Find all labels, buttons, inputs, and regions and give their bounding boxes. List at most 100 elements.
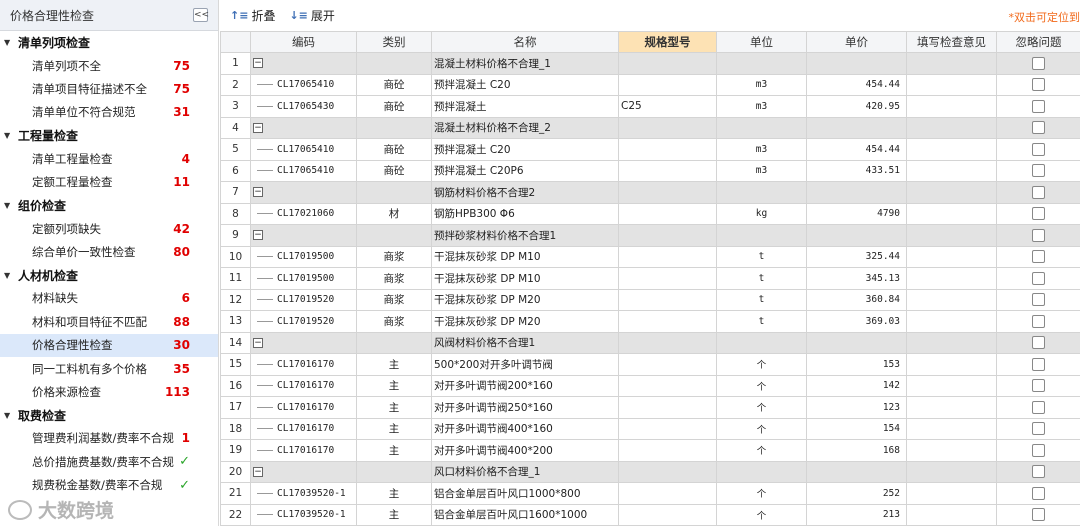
- opinion-cell[interactable]: [906, 331, 997, 354]
- ignore-checkbox[interactable]: [1032, 400, 1045, 414]
- ignore-checkbox-cell[interactable]: [996, 116, 1080, 139]
- column-header[interactable]: 填写检查意见: [906, 31, 997, 53]
- sidebar-group[interactable]: ▼ 工程量检查: [0, 124, 218, 147]
- table-row[interactable]: 2 CL17065410 商砼 预拌混凝土 C20 m3 454.44: [220, 73, 1080, 96]
- group-row[interactable]: 4− 混凝土材料价格不合理_2: [220, 116, 1080, 139]
- group-toggle-cell[interactable]: −: [250, 331, 357, 354]
- sidebar-item[interactable]: 同一工料机有多个价格 35: [0, 357, 218, 380]
- table-row[interactable]: 16 CL17016170 主对开多叶调节阀200*160 个 142: [220, 374, 1080, 397]
- ignore-checkbox[interactable]: [1032, 357, 1045, 371]
- table-row[interactable]: 13 CL17019520 商浆 干混抹灰砂浆 DP M20 t 369.03: [220, 310, 1080, 333]
- opinion-cell[interactable]: [906, 73, 997, 96]
- ignore-checkbox[interactable]: [1032, 121, 1045, 135]
- opinion-cell[interactable]: [906, 95, 997, 118]
- opinion-cell[interactable]: [906, 460, 997, 483]
- sidebar-group[interactable]: ▼ 取费检查: [0, 404, 218, 427]
- collapse-minus-icon[interactable]: −: [253, 337, 263, 348]
- opinion-cell[interactable]: [906, 482, 997, 505]
- group-toggle-cell[interactable]: −: [250, 181, 357, 204]
- ignore-checkbox-cell[interactable]: [996, 138, 1080, 161]
- ignore-checkbox-cell[interactable]: [996, 245, 1080, 268]
- ignore-checkbox-cell[interactable]: [996, 396, 1080, 419]
- sidebar-item[interactable]: 材料和项目特征不匹配 88: [0, 310, 218, 333]
- table-row[interactable]: 18 CL17016170 主对开多叶调节阀400*160 个 154: [220, 417, 1080, 440]
- ignore-checkbox[interactable]: [1032, 293, 1045, 307]
- column-header[interactable]: 名称: [431, 31, 619, 53]
- ignore-checkbox-cell[interactable]: [996, 202, 1080, 225]
- table-row[interactable]: 11 CL17019500 商浆 干混抹灰砂浆 DP M10 t 345.13: [220, 267, 1080, 290]
- ignore-checkbox[interactable]: [1032, 443, 1045, 457]
- ignore-checkbox-cell[interactable]: [996, 417, 1080, 440]
- opinion-cell[interactable]: [906, 202, 997, 225]
- ignore-checkbox[interactable]: [1032, 508, 1045, 522]
- sidebar-item[interactable]: 定额工程量检查 11: [0, 171, 218, 194]
- table-row[interactable]: 5 CL17065410 商砼 预拌混凝土 C20 m3 454.44: [220, 138, 1080, 161]
- column-header[interactable]: 类别: [356, 31, 432, 53]
- group-row[interactable]: 1− 混凝土材料价格不合理_1: [220, 52, 1080, 75]
- ignore-checkbox-cell[interactable]: [996, 95, 1080, 118]
- table-row[interactable]: 8 CL17021060 材钢筋HPB300 Φ6 kg 4790: [220, 202, 1080, 225]
- collapse-minus-icon[interactable]: −: [253, 187, 263, 198]
- ignore-checkbox-cell[interactable]: [996, 73, 1080, 96]
- opinion-cell[interactable]: [906, 396, 997, 419]
- opinion-cell[interactable]: [906, 503, 997, 526]
- ignore-checkbox[interactable]: [1032, 250, 1045, 264]
- sidebar-item[interactable]: 清单单位不符合规范 31: [0, 101, 218, 124]
- collapse-minus-icon[interactable]: −: [253, 58, 263, 69]
- ignore-checkbox[interactable]: [1032, 207, 1045, 221]
- opinion-cell[interactable]: [906, 181, 997, 204]
- column-header[interactable]: 忽略问题: [996, 31, 1080, 53]
- ignore-checkbox[interactable]: [1032, 422, 1045, 436]
- sidebar-item[interactable]: 定额列项缺失 42: [0, 217, 218, 240]
- ignore-checkbox[interactable]: [1032, 271, 1045, 285]
- ignore-checkbox[interactable]: [1032, 336, 1045, 350]
- ignore-checkbox-cell[interactable]: [996, 310, 1080, 333]
- table-row[interactable]: 6 CL17065410 商砼 预拌混凝土 C20P6 m3 433.51: [220, 159, 1080, 182]
- ignore-checkbox[interactable]: [1032, 228, 1045, 242]
- opinion-cell[interactable]: [906, 267, 997, 290]
- sidebar-item[interactable]: 清单工程量检查 4: [0, 147, 218, 170]
- ignore-checkbox-cell[interactable]: [996, 460, 1080, 483]
- ignore-checkbox-cell[interactable]: [996, 482, 1080, 505]
- opinion-cell[interactable]: [906, 353, 997, 376]
- table-row[interactable]: 21 CL17039520-1 主铝合金单层百叶风口1000*800 个 252: [220, 482, 1080, 505]
- sidebar-group[interactable]: ▼ 清单列项检查: [0, 31, 218, 54]
- ignore-checkbox-cell[interactable]: [996, 159, 1080, 182]
- column-header[interactable]: 单价: [806, 31, 907, 53]
- opinion-cell[interactable]: [906, 310, 997, 333]
- ignore-checkbox[interactable]: [1032, 185, 1045, 199]
- ignore-checkbox[interactable]: [1032, 78, 1045, 92]
- ignore-checkbox-cell[interactable]: [996, 267, 1080, 290]
- column-header[interactable]: 编码: [250, 31, 357, 53]
- group-toggle-cell[interactable]: −: [250, 460, 357, 483]
- collapse-minus-icon[interactable]: −: [253, 466, 263, 477]
- ignore-checkbox[interactable]: [1032, 142, 1045, 156]
- ignore-checkbox-cell[interactable]: [996, 224, 1080, 247]
- ignore-checkbox[interactable]: [1032, 465, 1045, 479]
- sidebar-item[interactable]: 材料缺失 6: [0, 287, 218, 310]
- collapse-minus-icon[interactable]: −: [253, 122, 263, 133]
- ignore-checkbox[interactable]: [1032, 56, 1045, 70]
- table-row[interactable]: 3 CL17065430 商砼 预拌混凝土 C25 m3 420.95: [220, 95, 1080, 118]
- expand-button[interactable]: ↓≡ 展开: [289, 7, 334, 24]
- sidebar-item[interactable]: 管理费利润基数/费率不合规 1: [0, 427, 218, 450]
- group-toggle-cell[interactable]: −: [250, 52, 357, 75]
- sidebar-item[interactable]: 规费税金基数/费率不合规 ✓: [0, 473, 218, 496]
- opinion-cell[interactable]: [906, 224, 997, 247]
- opinion-cell[interactable]: [906, 159, 997, 182]
- group-row[interactable]: 7− 钢筋材料价格不合理2: [220, 181, 1080, 204]
- ignore-checkbox-cell[interactable]: [996, 331, 1080, 354]
- opinion-cell[interactable]: [906, 116, 997, 139]
- fold-button[interactable]: ↑≡ 折叠: [230, 7, 275, 24]
- ignore-checkbox-cell[interactable]: [996, 374, 1080, 397]
- sidebar-group[interactable]: ▼ 人材机检查: [0, 264, 218, 287]
- group-row[interactable]: 20− 风口材料价格不合理_1: [220, 460, 1080, 483]
- ignore-checkbox[interactable]: [1032, 486, 1045, 500]
- ignore-checkbox[interactable]: [1032, 99, 1045, 113]
- ignore-checkbox-cell[interactable]: [996, 181, 1080, 204]
- column-header[interactable]: 单位: [716, 31, 807, 53]
- group-toggle-cell[interactable]: −: [250, 116, 357, 139]
- sidebar-group[interactable]: ▼ 组价检查: [0, 194, 218, 217]
- ignore-checkbox-cell[interactable]: [996, 52, 1080, 75]
- column-header[interactable]: 规格型号: [618, 31, 717, 53]
